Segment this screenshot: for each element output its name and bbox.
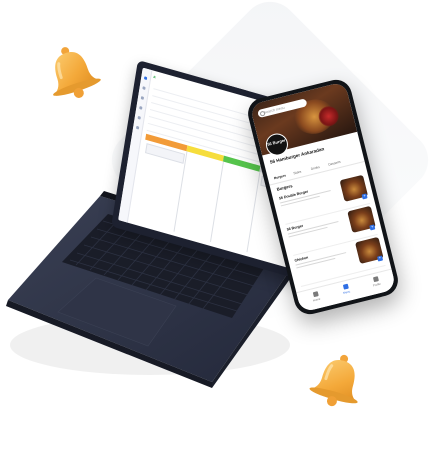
app-logo: a xyxy=(153,73,156,80)
tab-category[interactable]: Desserts xyxy=(328,160,341,167)
sidebar-item[interactable] xyxy=(142,86,146,90)
sidebar-item[interactable] xyxy=(135,125,140,130)
column-divider xyxy=(210,161,224,242)
add-to-cart-button[interactable]: + xyxy=(361,193,368,200)
search-icon xyxy=(259,110,266,117)
sidebar-item[interactable] xyxy=(137,115,141,120)
add-to-cart-button[interactable]: + xyxy=(377,255,384,262)
column-divider xyxy=(173,151,187,232)
tab-category[interactable]: Sides xyxy=(293,170,302,176)
nav-item-profile[interactable]: Profile xyxy=(363,274,389,290)
sidebar-item[interactable] xyxy=(139,105,143,110)
add-to-cart-button[interactable]: + xyxy=(369,224,376,231)
nav-label: Home xyxy=(312,296,321,303)
nav-item-menu[interactable]: Menu xyxy=(333,281,359,297)
nav-label: Profile xyxy=(372,281,382,288)
sidebar-item[interactable] xyxy=(143,76,148,81)
nav-item-home[interactable]: Home xyxy=(303,289,329,305)
nav-label: Menu xyxy=(342,289,351,295)
sidebar-item[interactable] xyxy=(140,96,145,100)
product-showcase: a Search menu 56 Burger 56 Hamburger Ank… xyxy=(0,0,445,462)
tab-category[interactable]: Burgers xyxy=(274,173,287,180)
tab-category[interactable]: Drinks xyxy=(310,165,320,171)
column-divider xyxy=(246,171,260,253)
